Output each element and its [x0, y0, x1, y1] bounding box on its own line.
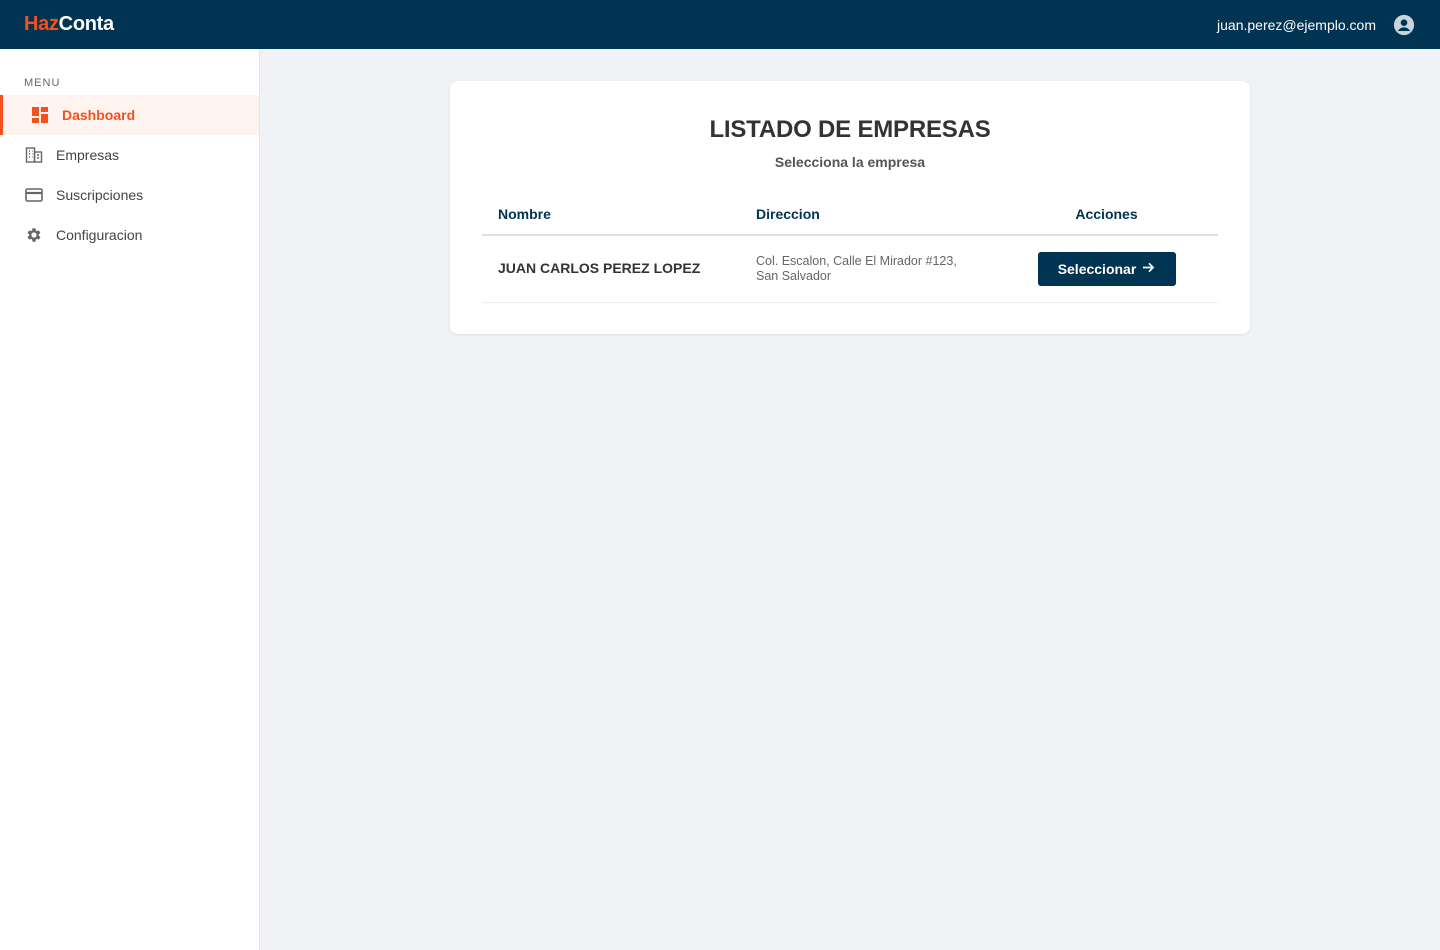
sidebar-item-configuracion[interactable]: Configuracion — [0, 215, 259, 255]
menu-caption: MENU — [24, 77, 61, 89]
column-header-nombre: Nombre — [498, 206, 551, 222]
account-circle-icon[interactable] — [1392, 13, 1416, 37]
logo-part-conta: Conta — [58, 13, 114, 35]
sidebar-item-label: Dashboard — [62, 107, 136, 123]
table-header: Nombre Direccion Acciones — [482, 194, 1218, 236]
top-bar: HazConta juan.perez@ejemplo.com — [0, 0, 1440, 49]
logo-part-haz: Haz — [24, 13, 59, 35]
address-line-1: Col. Escalon, Calle El Mirador #123, — [756, 254, 957, 268]
dashboard-icon — [30, 105, 50, 125]
company-name: JUAN CARLOS PEREZ LOPEZ — [498, 260, 701, 276]
credit-card-icon — [24, 185, 44, 205]
sidebar-item-suscripciones[interactable]: Suscripciones — [0, 175, 259, 215]
companies-card: LISTADO DE EMPRESAS Selecciona la empres… — [450, 81, 1250, 334]
sidebar-item-empresas[interactable]: Empresas — [0, 135, 259, 175]
gear-icon — [24, 225, 44, 245]
page-title: LISTADO DE EMPRESAS — [709, 116, 991, 143]
arrow-right-icon — [1142, 261, 1155, 277]
app-logo[interactable]: HazConta — [24, 13, 114, 36]
page-subtitle: Selecciona la empresa — [774, 154, 926, 170]
user-area: juan.perez@ejemplo.com — [1217, 13, 1416, 37]
sidebar-item-label: Configuracion — [56, 227, 143, 243]
select-company-button[interactable]: Seleccionar — [1037, 252, 1176, 286]
column-header-direccion: Direccion — [756, 206, 820, 222]
table-row: JUAN CARLOS PEREZ LOPEZ Col. Escalon, Ca… — [482, 236, 1218, 303]
column-header-acciones: Acciones — [1075, 206, 1138, 222]
sidebar-item-label: Suscripciones — [56, 187, 144, 203]
building-icon — [24, 145, 44, 165]
company-address: Col. Escalon, Calle El Mirador #123, San… — [739, 254, 995, 284]
companies-table: Nombre Direccion Acciones JUAN CARLOS PE… — [482, 194, 1218, 303]
sidebar: MENU Dashboard Empresas Suscripciones Co… — [0, 49, 260, 950]
sidebar-item-dashboard[interactable]: Dashboard — [0, 95, 259, 135]
sidebar-item-label: Empresas — [56, 147, 120, 163]
user-email: juan.perez@ejemplo.com — [1217, 16, 1376, 33]
address-line-2: San Salvador — [756, 269, 832, 283]
select-button-label: Seleccionar — [1057, 261, 1137, 277]
